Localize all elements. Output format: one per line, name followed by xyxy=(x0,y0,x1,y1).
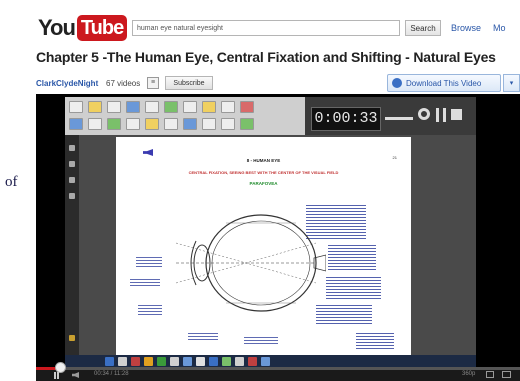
recorder-panel: 0:00:33 xyxy=(305,97,476,135)
toolbar-button xyxy=(164,101,178,113)
paragraph-block xyxy=(356,333,394,351)
taskbar-app-icon xyxy=(209,356,218,366)
taskbar-app-icon xyxy=(170,356,179,366)
video-frame: 0:00:33 21 8 - HUMAN EYE CENTRAL FIXATIO… xyxy=(65,97,476,367)
toolbar-button xyxy=(126,118,140,130)
video-count: 67 videos xyxy=(106,79,141,88)
logo-tube-text: Tube xyxy=(76,15,128,41)
video-list-icon[interactable]: ≡ xyxy=(147,77,159,89)
tool-icon xyxy=(69,177,75,183)
document-page: 21 8 - HUMAN EYE CENTRAL FIXATION, SEEIN… xyxy=(116,137,411,365)
recording-timer: 0:00:33 xyxy=(311,107,381,131)
search-button[interactable]: Search xyxy=(405,20,441,36)
search-input[interactable]: human eye natural eyesight xyxy=(132,20,400,36)
time-display: 00:34 / 11:28 xyxy=(94,371,129,377)
toolbar-button xyxy=(221,101,235,113)
toolbar-button xyxy=(164,118,178,130)
tool-icon xyxy=(69,161,75,167)
tool-icon xyxy=(69,145,75,151)
taskbar-app-icon xyxy=(261,356,270,366)
taskbar-app-icon xyxy=(222,356,231,366)
tool-icon xyxy=(69,193,75,199)
taskbar-app-icon xyxy=(196,356,205,366)
toolbar-button xyxy=(183,101,197,113)
toolbar-button xyxy=(88,101,102,113)
download-label: Download This Video xyxy=(406,79,482,88)
download-icon xyxy=(392,78,402,88)
youtube-logo[interactable]: You Tube xyxy=(38,14,128,42)
volume-icon[interactable] xyxy=(72,372,79,378)
download-dropdown-button[interactable]: ▾ xyxy=(503,74,520,92)
progress-bar[interactable] xyxy=(36,362,520,373)
speaker-icon xyxy=(143,149,153,156)
pause-icon xyxy=(436,108,446,122)
diagram-label xyxy=(244,337,278,345)
toolbar-row-1 xyxy=(69,101,254,113)
left-tool-strip xyxy=(65,135,79,367)
app-toolbar xyxy=(65,97,305,136)
paragraph-block xyxy=(328,245,376,271)
toolbar-button xyxy=(240,101,254,113)
eye-diagram xyxy=(175,214,326,312)
document-section-heading: PARAFOVEA xyxy=(249,181,278,186)
toolbar-button xyxy=(107,118,121,130)
record-icon xyxy=(418,108,430,120)
popout-icon[interactable] xyxy=(486,371,494,378)
toolbar-button xyxy=(145,118,159,130)
video-title: Chapter 5 -The Human Eye, Central Fixati… xyxy=(36,49,496,65)
toolbar-button xyxy=(183,118,197,130)
toolbar-row-2 xyxy=(69,118,254,130)
toolbar-button xyxy=(69,101,83,113)
download-button[interactable]: Download This Video xyxy=(387,74,501,92)
taskbar-app-icon xyxy=(235,356,244,366)
taskbar-app-icon xyxy=(183,356,192,366)
taskbar-app-icon xyxy=(248,356,257,366)
toolbar-button xyxy=(221,118,235,130)
toolbar-button xyxy=(145,101,159,113)
document-title: 8 - HUMAN EYE xyxy=(246,158,281,163)
taskbar-app-icon xyxy=(118,356,127,366)
stop-icon xyxy=(451,109,462,120)
toolbar-button xyxy=(202,101,216,113)
audio-level-bar xyxy=(385,117,413,120)
paragraph-block xyxy=(326,277,381,299)
document-subtitle: CENTRAL FIXATION, SEEING BEST WITH THE C… xyxy=(188,170,339,175)
taskbar-app-icon xyxy=(105,356,114,366)
quality-selector[interactable]: 360p xyxy=(462,371,475,377)
player-controls: 00:34 / 11:28 360p xyxy=(36,362,520,381)
diagram-label xyxy=(138,305,162,315)
fullscreen-icon[interactable] xyxy=(502,371,511,378)
logo-you-text: You xyxy=(38,15,76,40)
video-player[interactable]: 0:00:33 21 8 - HUMAN EYE CENTRAL FIXATIO… xyxy=(36,94,520,381)
youtube-screenshot: You Tube human eye natural eyesight Sear… xyxy=(33,8,520,381)
taskbar-app-icon xyxy=(131,356,140,366)
desktop-taskbar xyxy=(65,355,476,367)
toolbar-button xyxy=(126,101,140,113)
subscribe-button[interactable]: Subscribe xyxy=(165,76,213,90)
pause-button-icon[interactable] xyxy=(54,372,59,379)
toolbar-button xyxy=(69,118,83,130)
diagram-label xyxy=(136,257,162,267)
diagram-label xyxy=(130,279,160,287)
browse-link[interactable]: Browse xyxy=(451,23,481,33)
page-fragment-text: of xyxy=(5,174,18,190)
toolbar-button xyxy=(107,101,121,113)
more-link[interactable]: Mo xyxy=(493,23,506,33)
taskbar-app-icon xyxy=(157,356,166,366)
tool-icon xyxy=(69,335,75,341)
diagram-label xyxy=(188,333,218,341)
toolbar-button xyxy=(88,118,102,130)
toolbar-button xyxy=(240,118,254,130)
channel-link[interactable]: ClarkClydeNight xyxy=(36,79,98,88)
toolbar-button xyxy=(202,118,216,130)
taskbar-app-icon xyxy=(144,356,153,366)
